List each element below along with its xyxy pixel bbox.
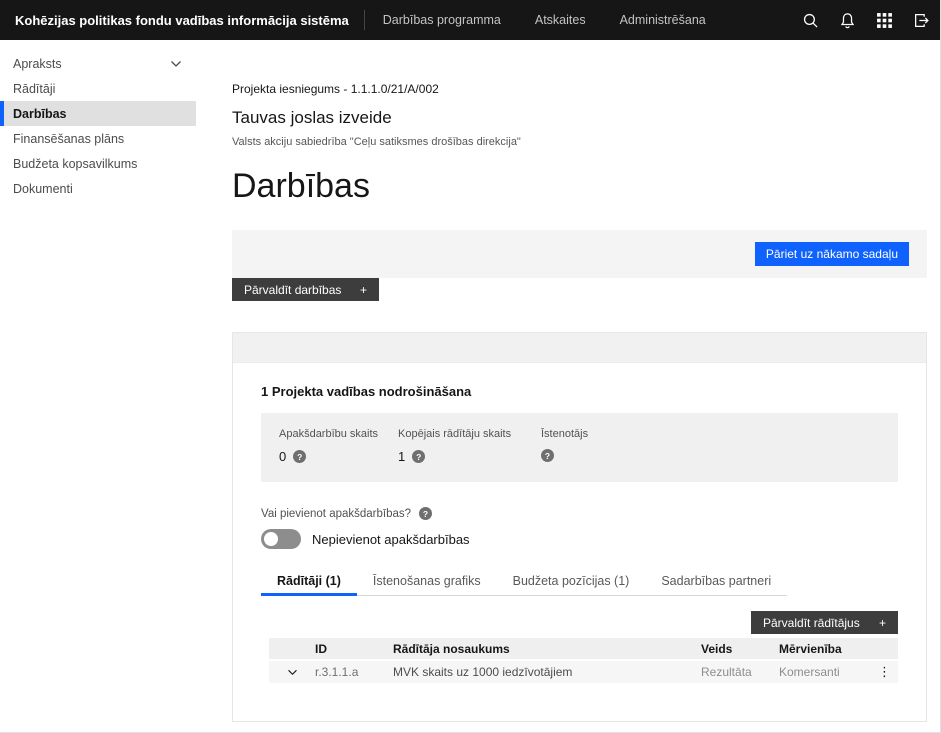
activity-stats-panel: Apakšdarbību skaits 0 ? Kopējais rādītāj… [261, 413, 898, 482]
manage-indicators-button[interactable]: Pārvaldīt rādītājus + [751, 611, 898, 634]
column-header-id: ID [315, 642, 393, 656]
manage-actions-button[interactable]: Pārvaldīt darbības + [232, 278, 379, 301]
sidebar-item-apraksts[interactable]: Apraksts [0, 51, 196, 76]
logout-icon[interactable] [903, 0, 940, 40]
breadcrumb: Projekta iesniegums - 1.1.1.0/21/A/002 [232, 82, 927, 96]
activity-card-header [233, 333, 926, 363]
row-expand-button[interactable] [269, 669, 315, 676]
section-toolbar: Pāriet uz nākamo sadaļu [232, 230, 927, 278]
nav-item-darbibas-programma[interactable]: Darbības programma [383, 13, 501, 27]
tab-budzeta-pozicijas[interactable]: Budžeta pozīcijas (1) [497, 568, 646, 595]
stat-label: Īstenotājs [541, 428, 631, 440]
tab-sadarbibas-partneri[interactable]: Sadarbības partneri [645, 568, 787, 595]
cell-name: MVK skaits uz 1000 iedzīvotājiem [393, 665, 701, 679]
next-section-button[interactable]: Pāriet uz nākamo sadaļu [755, 242, 909, 266]
project-title: Tauvas joslas izveide [232, 108, 927, 128]
sidebar-item-finansesanas-plans[interactable]: Finansēšanas plāns [0, 126, 196, 151]
column-header-name: Rādītāja nosaukums [393, 642, 701, 656]
subactivity-toggle-row: Nepievienot apakšdarbības [261, 529, 898, 549]
column-header-unit: Mērvienība [779, 642, 871, 656]
plus-icon: + [360, 283, 367, 297]
sidebar-item-label: Apraksts [13, 57, 62, 71]
toggle-knob [264, 532, 278, 546]
sidebar-item-label: Finansēšanas plāns [13, 132, 124, 146]
help-icon[interactable]: ? [293, 450, 306, 463]
sidebar-item-darbibas[interactable]: Darbības [0, 101, 196, 126]
tab-istenosanas-grafiks[interactable]: Īstenošanas grafiks [357, 568, 497, 595]
table-row: r.3.1.1.a MVK skaits uz 1000 iedzīvotāji… [269, 661, 898, 683]
search-icon[interactable] [792, 0, 829, 40]
help-icon[interactable]: ? [541, 449, 554, 462]
sidebar-item-budzeta-kopsavilkums[interactable]: Budžeta kopsavilkums [0, 151, 196, 176]
nav-item-atskaites[interactable]: Atskaites [535, 13, 586, 27]
tab-raditaji[interactable]: Rādītāji (1) [261, 568, 357, 596]
top-header: Kohēzijas politikas fondu vadības inform… [0, 0, 940, 40]
table-actions: Pārvaldīt rādītājus + [261, 611, 898, 634]
header-divider [364, 10, 365, 30]
project-subtitle: Valsts akciju sabiedrība "Ceļu satiksmes… [232, 136, 927, 148]
stat-indicator-count: Kopējais rādītāju skaits 1 ? [398, 428, 517, 482]
sidebar-item-label: Dokumenti [13, 182, 73, 196]
header-actions [792, 0, 940, 40]
app-window: Kohēzijas politikas fondu vadības inform… [0, 0, 941, 733]
manage-indicators-label: Pārvaldīt rādītājus [763, 616, 860, 630]
table-header-row: ID Rādītāja nosaukums Veids Mērvienība [269, 638, 898, 661]
chevron-down-icon [170, 57, 182, 71]
cell-unit: Komersanti [779, 665, 871, 679]
help-icon[interactable]: ? [419, 507, 432, 520]
app-switcher-icon[interactable] [866, 0, 903, 40]
help-icon[interactable]: ? [412, 450, 425, 463]
stat-label: Apakšdarbību skaits [279, 428, 374, 440]
cell-id: r.3.1.1.a [315, 665, 393, 679]
activity-card: 1 Projekta vadības nodrošināšana Apakšda… [232, 332, 927, 722]
stat-subactivity-count: Apakšdarbību skaits 0 ? [279, 428, 374, 482]
sidebar-item-label: Darbības [13, 107, 67, 121]
sidebar-item-label: Budžeta kopsavilkums [13, 157, 137, 171]
manage-actions-label: Pārvaldīt darbības [244, 283, 341, 297]
stat-value: 1 [398, 449, 405, 464]
cell-type: Rezultāta [701, 665, 779, 679]
app-title: Kohēzijas politikas fondu vadības inform… [0, 13, 364, 28]
nav-item-administresana[interactable]: Administrēšana [620, 13, 706, 27]
subactivity-question: Vai pievienot apakšdarbības? [261, 508, 411, 520]
plus-icon: + [879, 616, 886, 630]
stat-implementer: Īstenotājs ? [541, 428, 631, 482]
page-title: Darbības [232, 168, 927, 204]
stat-value: 0 [279, 449, 286, 464]
subactivity-toggle[interactable] [261, 529, 301, 549]
column-header-type: Veids [701, 642, 779, 656]
sidebar: Apraksts Rādītāji Darbības Finansēšanas … [0, 40, 196, 733]
chevron-down-icon [287, 669, 298, 676]
top-nav: Darbības programma Atskaites Administrēš… [383, 13, 706, 27]
sidebar-item-label: Rādītāji [13, 82, 55, 96]
main-content: Projekta iesniegums - 1.1.1.0/21/A/002 T… [232, 40, 927, 733]
activity-title: 1 Projekta vadības nodrošināšana [261, 384, 898, 399]
sidebar-item-dokumenti[interactable]: Dokumenti [0, 176, 196, 201]
toggle-label: Nepievienot apakšdarbības [312, 532, 470, 547]
activity-tabs: Rādītāji (1) Īstenošanas grafiks Budžeta… [261, 568, 787, 596]
subactivity-question-row: Vai pievienot apakšdarbības? ? [261, 507, 898, 520]
notifications-icon[interactable] [829, 0, 866, 40]
row-overflow-menu-icon[interactable]: ⋮ [878, 664, 891, 679]
indicators-table: ID Rādītāja nosaukums Veids Mērvienība r… [269, 638, 898, 683]
sidebar-item-raditaji[interactable]: Rādītāji [0, 76, 196, 101]
stat-label: Kopējais rādītāju skaits [398, 428, 517, 440]
